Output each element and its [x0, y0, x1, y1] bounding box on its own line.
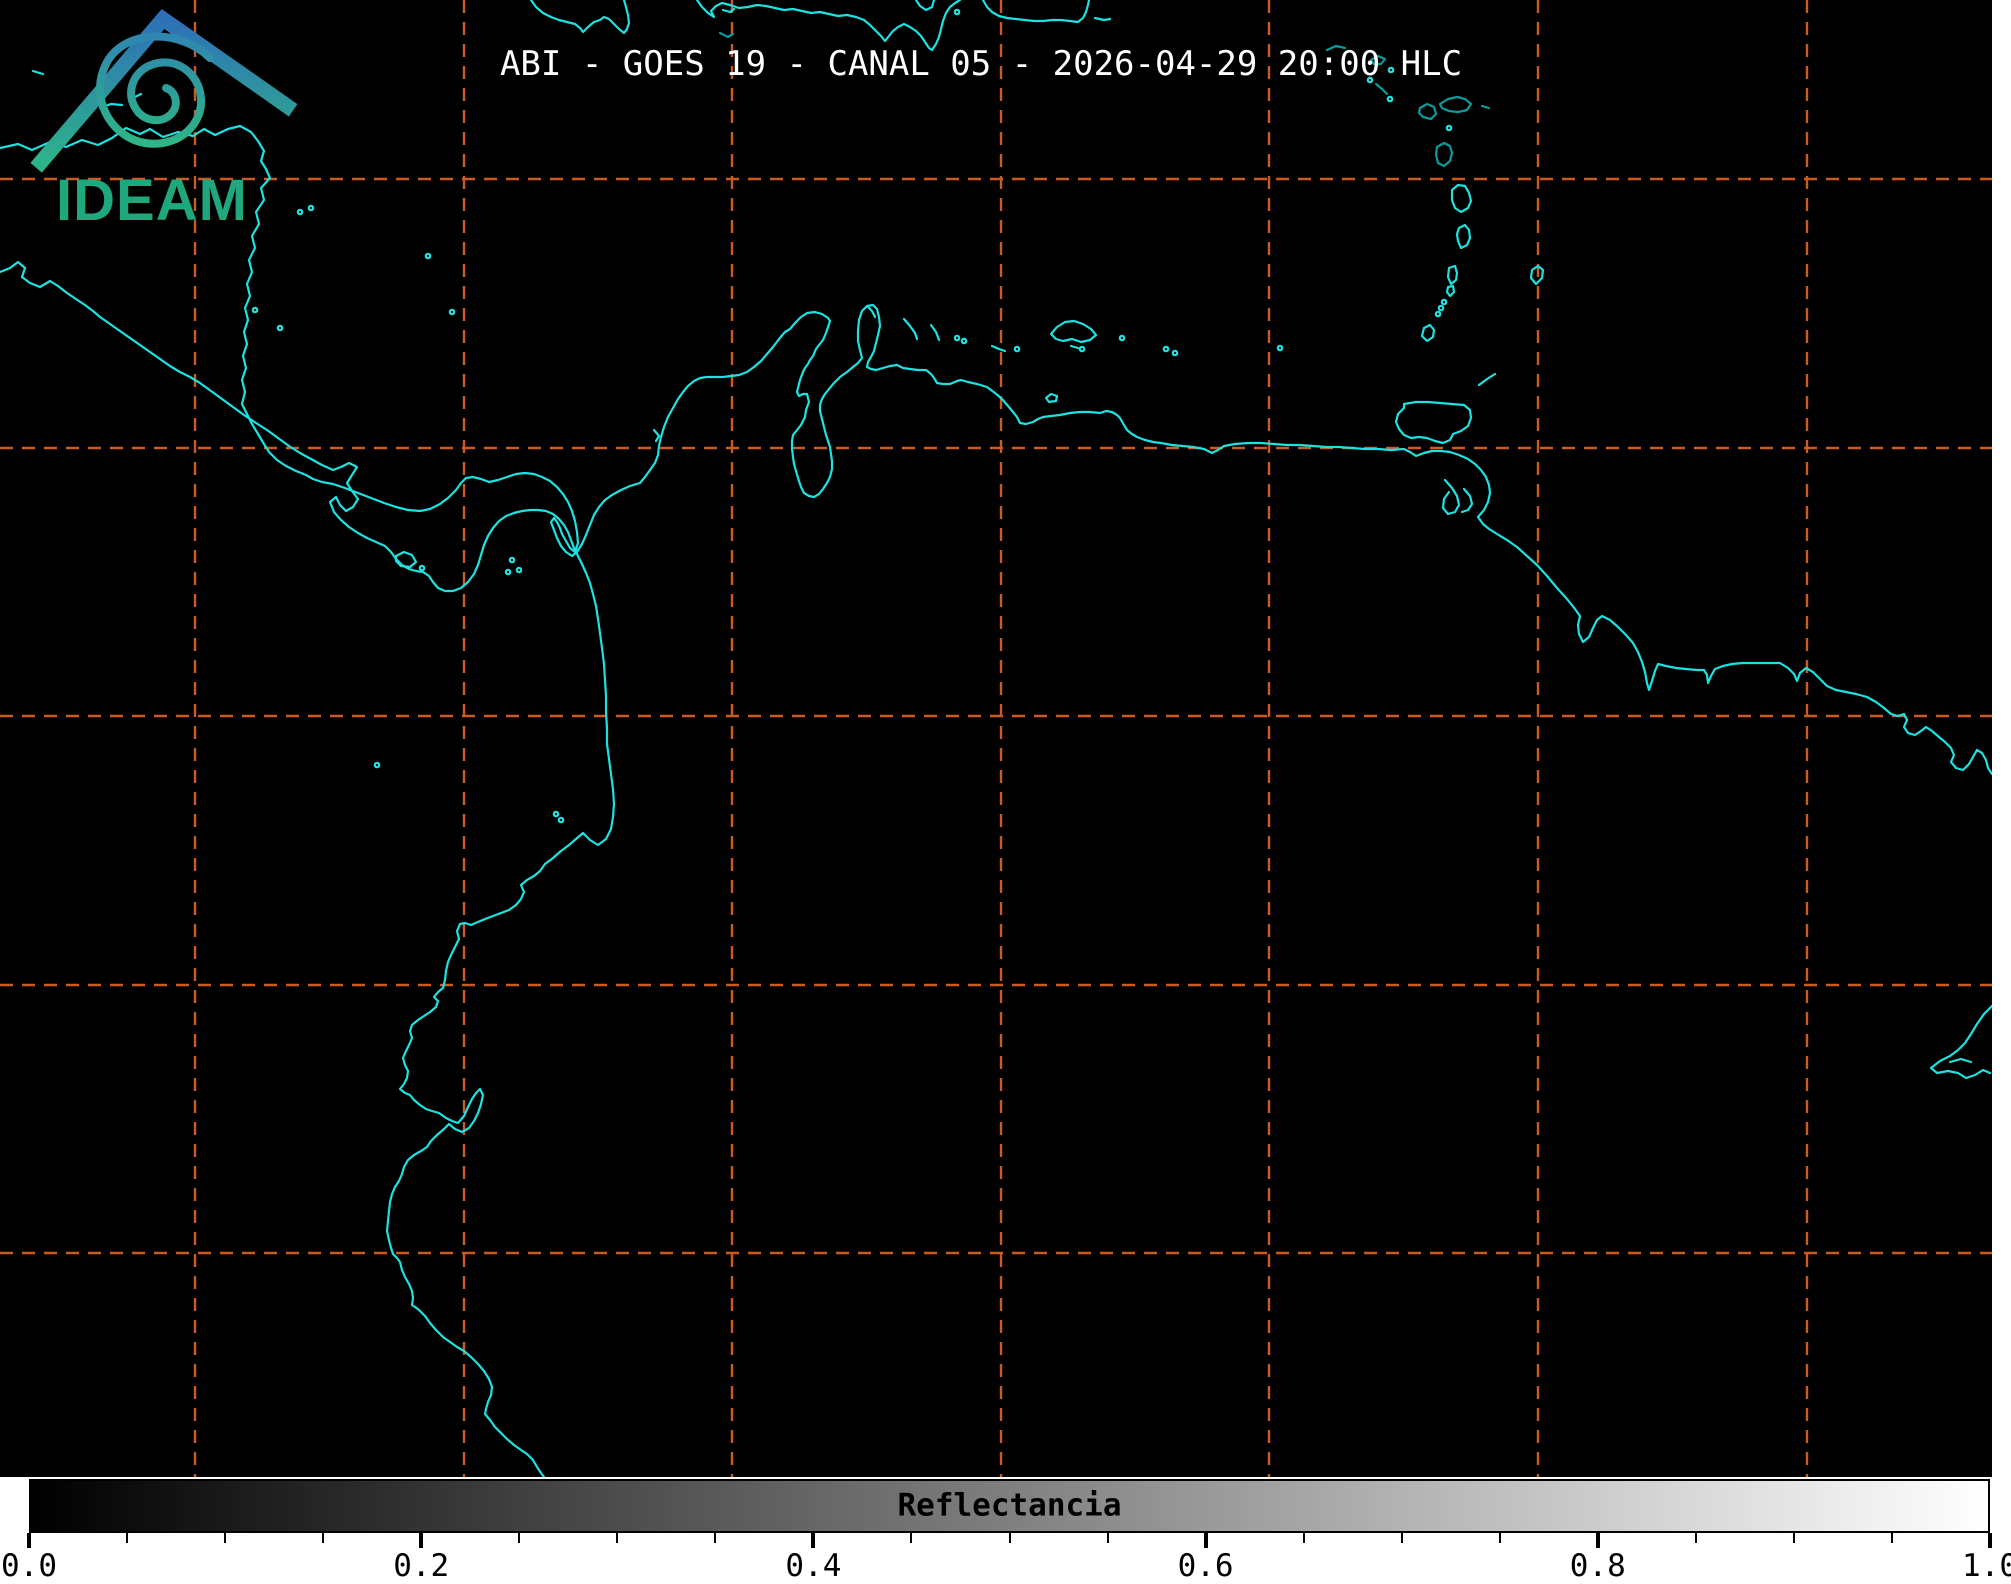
colorbar: Reflectancia [29, 1479, 1990, 1533]
island-jamaica [529, 0, 631, 35]
islet-las-aves-2 [960, 337, 968, 345]
colorbar-minor-tick [1302, 1533, 1305, 1543]
islet-mona [953, 8, 961, 16]
colorbar-minor-tick [224, 1533, 227, 1543]
colorbar-tick-label: 0.6 [1177, 1548, 1234, 1584]
colorbar-major-tick [27, 1533, 31, 1548]
island-margarita [1049, 319, 1098, 344]
island-st-kitts [1374, 82, 1389, 96]
island-la-orchila [1069, 344, 1080, 350]
island-guadeloupe [1434, 141, 1454, 168]
island-la-tortuga [1044, 392, 1059, 404]
island-st-vincent [1445, 284, 1456, 298]
islet-coche [1078, 345, 1086, 353]
colorbar-minor-tick [910, 1533, 913, 1543]
ideam-spiral-icon [96, 32, 214, 148]
colorbar-minor-tick [1498, 1533, 1501, 1543]
colorbar-minor-tick [714, 1533, 717, 1543]
island-dr-east-fragment [914, 0, 936, 12]
islet-los-testigos [1118, 334, 1126, 342]
islet-los-hermanos [1276, 344, 1284, 352]
island-trinidad [1394, 400, 1473, 445]
colorbar-minor-tick [1694, 1533, 1697, 1543]
colorbar-minor-tick [616, 1533, 619, 1543]
colorbar-tick-label: 0.8 [1569, 1548, 1626, 1584]
colorbar-title: Reflectancia [897, 1487, 1122, 1524]
colorbar-major-tick [1595, 1533, 1600, 1548]
islet-malpelo [373, 761, 381, 769]
colorbar-tick-label: 0.2 [393, 1548, 450, 1584]
colorbar-minor-tick [1890, 1533, 1893, 1543]
islet-gorgona [552, 810, 560, 818]
colorbar-major-tick [1203, 1533, 1208, 1548]
islet-las-aves-1 [953, 334, 961, 342]
coast-orinoco-delta-channels [1441, 478, 1474, 516]
colorbar-minor-tick [322, 1533, 325, 1543]
colorbar-tick-label: 0.0 [1, 1548, 57, 1584]
islet-grenadine-1 [1440, 298, 1448, 306]
lagoon-cienaga-santa-marta [652, 428, 661, 443]
island-ile-a-vache [721, 7, 736, 14]
island-vieques [1093, 16, 1112, 22]
islet-frailes-1 [1162, 345, 1170, 353]
island-antigua [1417, 102, 1438, 121]
island-aruba [865, 304, 877, 319]
figure: { "title": {"text": "ABI - GOES 19 - CAN… [0, 0, 2011, 1584]
islet-pearl-is-2 [515, 566, 523, 574]
colorbar-minor-tick [126, 1533, 129, 1543]
islet-pearl-cay-2 [276, 324, 284, 332]
island-dominica [1450, 183, 1473, 214]
islet-gorgonilla [557, 816, 565, 824]
islet-pearl-cay [251, 306, 259, 314]
island-grenada [1420, 323, 1436, 343]
islet-grenadine-2 [1437, 304, 1445, 312]
colorbar-minor-tick [1792, 1533, 1795, 1543]
colorbar-minor-tick [1008, 1533, 1011, 1543]
colorbar-tick-label: 0.4 [785, 1548, 842, 1584]
colorbar-major-tick [419, 1533, 424, 1548]
island-martinique [1455, 223, 1472, 250]
islet-pearl-is-1 [508, 556, 516, 564]
island-st-lucia [1446, 264, 1459, 286]
islet-providencia [424, 252, 432, 260]
island-puerto-rico [981, 0, 1091, 24]
island-tobago [1477, 372, 1497, 387]
islet-san-andres [448, 308, 456, 316]
island-bonaire [929, 323, 941, 342]
island-barbuda [1438, 95, 1491, 114]
colorbar-minor-tick [1106, 1533, 1109, 1543]
colorbar-major-tick [1988, 1533, 1992, 1548]
island-los-roques [990, 344, 1007, 353]
ideam-logo: IDEAM [30, 8, 298, 232]
ideam-logo-text: IDEAM [56, 168, 248, 232]
islet-frailes-2 [1171, 349, 1179, 357]
colorbar-minor-tick [518, 1533, 521, 1543]
islet-nevis [1386, 95, 1394, 103]
colorbar-minor-tick [1400, 1533, 1403, 1543]
colorbar-tick-label: 1.0 [1962, 1548, 2011, 1584]
satellite-map-canvas: ABI - GOES 19 - CANAL 05 - 2026-04-29 20… [0, 0, 1992, 1477]
islet-coiba-south [418, 564, 426, 572]
islet-pearl-is-3 [504, 568, 512, 576]
coast-amazon-mouth [1929, 1004, 1992, 1080]
islet-grenadine-3 [1434, 310, 1442, 318]
island-coiba [394, 550, 418, 569]
coast-pacific-mainland [0, 260, 616, 1477]
island-curacao [902, 317, 919, 341]
islet-antigua-cay [1445, 124, 1453, 132]
map-title: ABI - GOES 19 - CANAL 05 - 2026-04-29 20… [499, 44, 1463, 84]
colorbar-major-tick [811, 1533, 816, 1548]
islet-los-roques-e [1013, 345, 1021, 353]
